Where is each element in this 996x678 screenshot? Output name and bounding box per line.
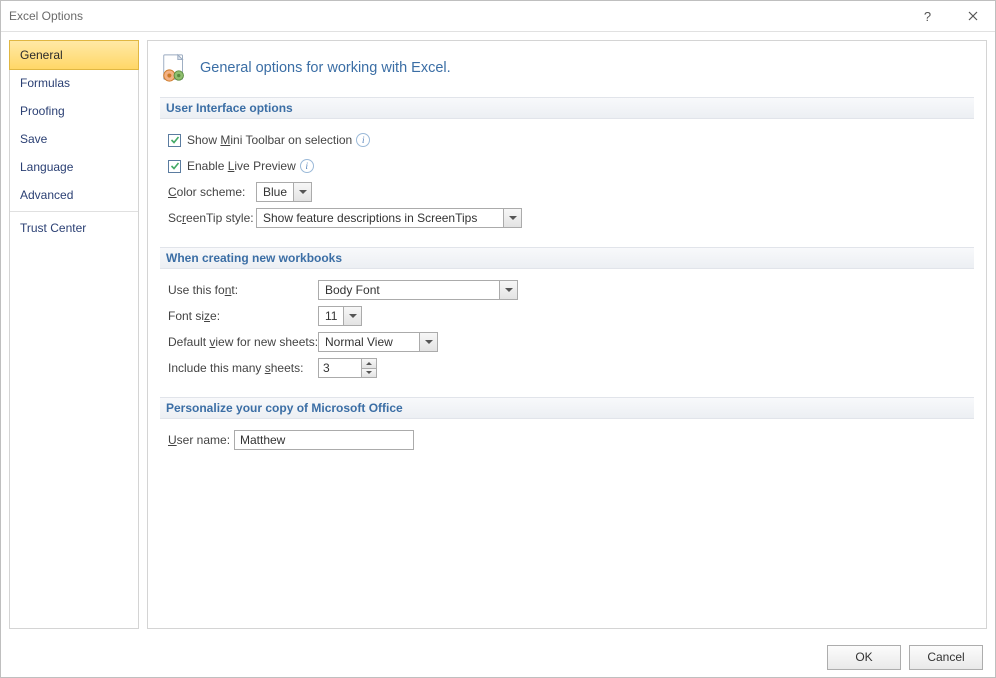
general-options-icon bbox=[160, 53, 190, 83]
combo-font[interactable]: Body Font bbox=[318, 280, 518, 300]
sidebar-item-label: Language bbox=[20, 160, 73, 174]
section-body-personalize: User name: Matthew bbox=[160, 429, 974, 465]
spinner-sheet-count[interactable]: 3 bbox=[318, 358, 377, 378]
label-username: User name: bbox=[168, 433, 234, 447]
section-header-workbooks: When creating new workbooks bbox=[160, 247, 974, 269]
sidebar-item-label: Trust Center bbox=[20, 221, 86, 235]
chevron-down-icon bbox=[499, 281, 517, 299]
combo-color-scheme[interactable]: Blue bbox=[256, 182, 312, 202]
help-button[interactable]: ? bbox=[905, 1, 950, 31]
sidebar-item-language[interactable]: Language bbox=[10, 153, 138, 181]
label-live-preview: Enable Live Preview bbox=[187, 159, 296, 173]
section-body-workbooks: Use this font: Body Font Font size: 11 bbox=[160, 279, 974, 393]
row-font-size: Font size: 11 bbox=[168, 305, 974, 327]
spinner-up[interactable] bbox=[362, 359, 376, 369]
sidebar-item-label: Proofing bbox=[20, 104, 65, 118]
content-pane: General options for working with Excel. … bbox=[147, 40, 987, 629]
sidebar-item-advanced[interactable]: Advanced bbox=[10, 181, 138, 209]
page-heading: General options for working with Excel. bbox=[200, 60, 451, 76]
combo-default-view[interactable]: Normal View bbox=[318, 332, 438, 352]
sidebar-item-label: General bbox=[20, 48, 63, 62]
section-header-ui: User Interface options bbox=[160, 97, 974, 119]
row-sheet-count: Include this many sheets: 3 bbox=[168, 357, 974, 379]
combo-value: Body Font bbox=[319, 281, 499, 299]
section-body-ui: Show Mini Toolbar on selection i Enable … bbox=[160, 129, 974, 243]
ok-button[interactable]: OK bbox=[827, 645, 901, 670]
close-icon bbox=[968, 11, 978, 21]
row-screentip: ScreenTip style: Show feature descriptio… bbox=[168, 207, 974, 229]
label-font: Use this font: bbox=[168, 283, 318, 297]
combo-value: Normal View bbox=[319, 333, 419, 351]
window-title: Excel Options bbox=[9, 9, 905, 23]
row-color-scheme: Color scheme: Blue bbox=[168, 181, 974, 203]
chevron-down-icon bbox=[343, 307, 361, 325]
chevron-down-icon bbox=[293, 183, 311, 201]
close-button[interactable] bbox=[950, 1, 995, 31]
sidebar-item-proofing[interactable]: Proofing bbox=[10, 97, 138, 125]
row-font: Use this font: Body Font bbox=[168, 279, 974, 301]
label-color-scheme: Color scheme: bbox=[168, 185, 256, 199]
row-mini-toolbar: Show Mini Toolbar on selection i bbox=[168, 129, 974, 151]
checkbox-mini-toolbar[interactable] bbox=[168, 134, 181, 147]
section-header-personalize: Personalize your copy of Microsoft Offic… bbox=[160, 397, 974, 419]
sidebar-item-save[interactable]: Save bbox=[10, 125, 138, 153]
sidebar-item-label: Formulas bbox=[20, 76, 70, 90]
titlebar: Excel Options ? bbox=[1, 1, 995, 32]
sidebar-item-formulas[interactable]: Formulas bbox=[10, 69, 138, 97]
input-value: Matthew bbox=[240, 433, 285, 447]
row-username: User name: Matthew bbox=[168, 429, 974, 451]
input-username[interactable]: Matthew bbox=[234, 430, 414, 450]
combo-value: Show feature descriptions in ScreenTips bbox=[257, 209, 503, 227]
combo-font-size[interactable]: 11 bbox=[318, 306, 362, 326]
page-header: General options for working with Excel. bbox=[160, 53, 974, 83]
label-mini-toolbar: Show Mini Toolbar on selection bbox=[187, 133, 352, 147]
info-icon[interactable]: i bbox=[300, 159, 314, 173]
cancel-button[interactable]: Cancel bbox=[909, 645, 983, 670]
label-font-size: Font size: bbox=[168, 309, 318, 323]
spinner-down[interactable] bbox=[362, 369, 376, 378]
dialog-footer: OK Cancel bbox=[1, 637, 995, 677]
excel-options-dialog: Excel Options ? General Formulas Proofin… bbox=[0, 0, 996, 678]
checkbox-live-preview[interactable] bbox=[168, 160, 181, 173]
chevron-down-icon bbox=[503, 209, 521, 227]
dialog-body: General Formulas Proofing Save Language … bbox=[1, 32, 995, 637]
sidebar-item-label: Save bbox=[20, 132, 47, 146]
combo-screentip[interactable]: Show feature descriptions in ScreenTips bbox=[256, 208, 522, 228]
chevron-down-icon bbox=[419, 333, 437, 351]
label-default-view: Default view for new sheets: bbox=[168, 335, 318, 349]
sidebar-item-general[interactable]: General bbox=[9, 40, 139, 70]
row-default-view: Default view for new sheets: Normal View bbox=[168, 331, 974, 353]
label-sheet-count: Include this many sheets: bbox=[168, 361, 318, 375]
spinner-value: 3 bbox=[319, 359, 361, 377]
combo-value: 11 bbox=[319, 307, 343, 325]
sidebar-separator bbox=[10, 211, 138, 212]
label-screentip: ScreenTip style: bbox=[168, 211, 256, 225]
info-icon[interactable]: i bbox=[356, 133, 370, 147]
sidebar-item-trust-center[interactable]: Trust Center bbox=[10, 214, 138, 242]
sidebar-item-label: Advanced bbox=[20, 188, 73, 202]
combo-value: Blue bbox=[257, 183, 293, 201]
row-live-preview: Enable Live Preview i bbox=[168, 155, 974, 177]
category-sidebar: General Formulas Proofing Save Language … bbox=[9, 40, 139, 629]
